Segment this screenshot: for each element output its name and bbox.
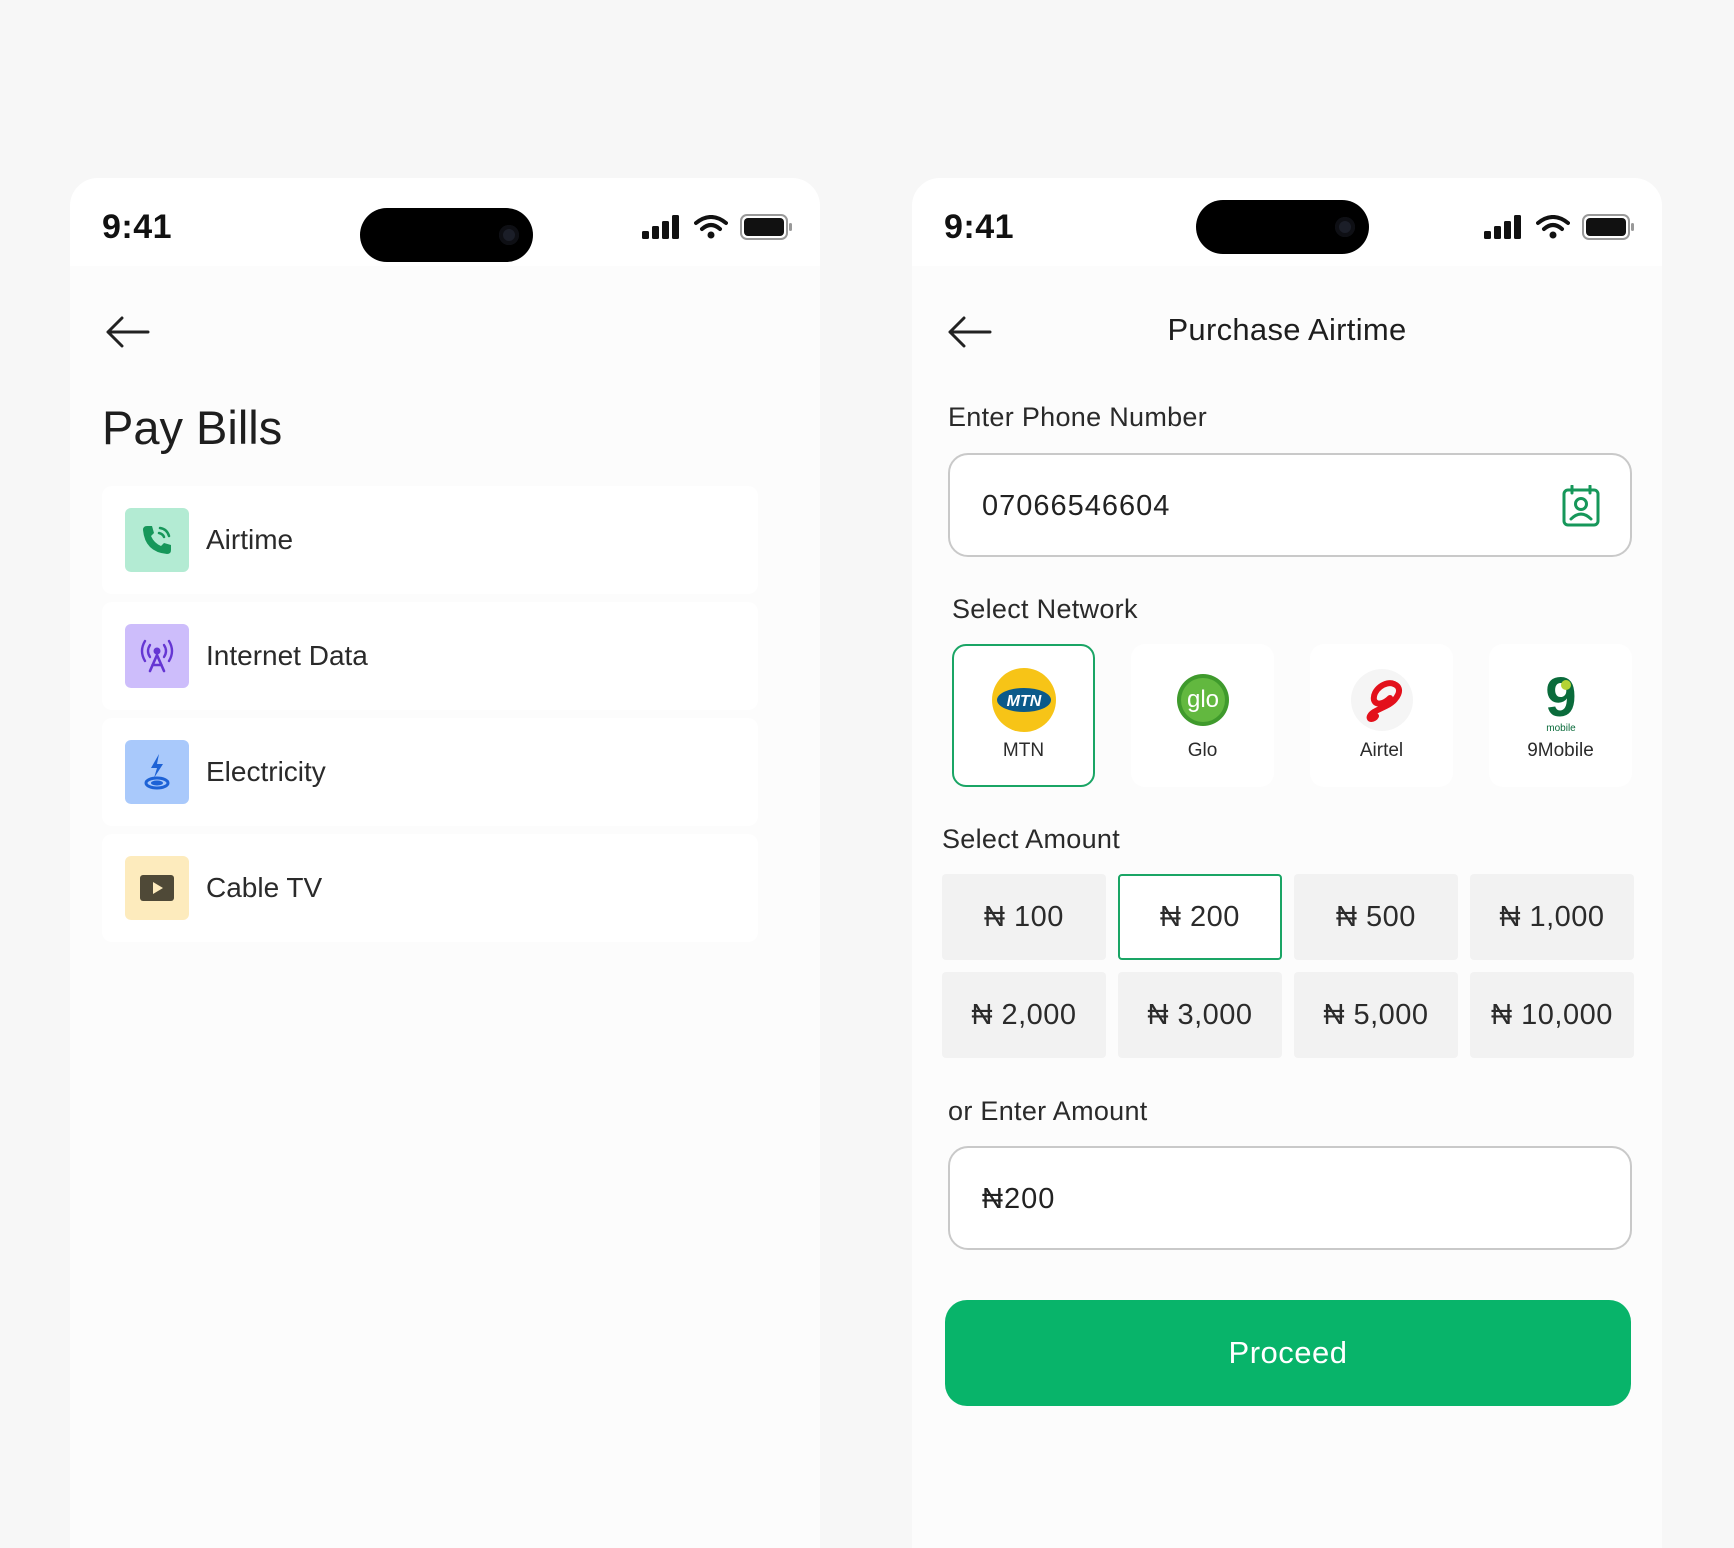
camera-icon xyxy=(1335,217,1355,237)
amount-input[interactable] xyxy=(980,1148,1544,1250)
amount-option[interactable]: ₦ 500 xyxy=(1294,874,1458,960)
camera-icon xyxy=(499,225,519,245)
wifi-icon xyxy=(694,215,728,239)
9mobile-logo-icon: 9 mobile xyxy=(1529,668,1593,732)
menu-item-cable-tv[interactable]: Cable TV xyxy=(102,834,758,942)
status-icons xyxy=(642,214,794,240)
signal-icon xyxy=(1484,215,1521,239)
menu-label: Airtime xyxy=(206,524,294,555)
network-option-glo[interactable]: glo Glo xyxy=(1131,644,1274,787)
menu-label: Internet Data xyxy=(206,640,368,671)
lightning-icon xyxy=(125,740,189,804)
status-time: 9:41 xyxy=(944,208,1015,246)
status-icons xyxy=(1484,214,1636,240)
wifi-icon xyxy=(1536,215,1570,239)
amount-option[interactable]: ₦ 1,000 xyxy=(1470,874,1634,960)
phone-call-icon xyxy=(125,508,189,572)
phone-number-input[interactable] xyxy=(980,455,1544,557)
play-icon xyxy=(125,856,189,920)
network-selector: MTN MTN glo Glo Airtel 9 mobile 9Mobile xyxy=(952,644,1632,787)
amount-option-selected[interactable]: ₦ 200 xyxy=(1118,874,1282,960)
phone-number-field[interactable] xyxy=(948,453,1632,557)
network-label: 9Mobile xyxy=(1527,740,1594,761)
select-amount-label: Select Amount xyxy=(942,824,1121,854)
status-bar: 9:41 xyxy=(912,178,1662,266)
menu-item-internet-data[interactable]: Internet Data xyxy=(102,602,758,710)
antenna-icon xyxy=(125,624,189,688)
menu-label: Cable TV xyxy=(206,872,323,903)
9mobile-logo-number: 9 xyxy=(1545,668,1576,728)
amount-field[interactable] xyxy=(948,1146,1632,1250)
bill-menu-list: Airtime Internet Data Electricity Cable … xyxy=(102,486,758,950)
menu-item-electricity[interactable]: Electricity xyxy=(102,718,758,826)
network-label: MTN xyxy=(1002,740,1045,761)
network-label: Airtel xyxy=(1359,740,1404,761)
phone-number-label: Enter Phone Number xyxy=(948,402,1208,432)
status-bar: 9:41 xyxy=(70,178,820,266)
status-time: 9:41 xyxy=(102,208,173,246)
amount-option[interactable]: ₦ 5,000 xyxy=(1294,972,1458,1058)
amount-option[interactable]: ₦ 100 xyxy=(942,874,1106,960)
proceed-button[interactable]: Proceed xyxy=(945,1300,1631,1406)
network-option-mtn[interactable]: MTN MTN xyxy=(952,644,1095,787)
purchase-airtime-screen: 9:41 Purchase Airtime Enter Phone Number… xyxy=(912,178,1662,1548)
page-title: Pay Bills xyxy=(102,401,283,454)
menu-item-airtime[interactable]: Airtime xyxy=(102,486,758,594)
amount-option[interactable]: ₦ 10,000 xyxy=(1470,972,1634,1058)
signal-icon xyxy=(642,215,679,239)
9mobile-logo-subtext: mobile xyxy=(1546,723,1576,732)
glo-logo-text: glo xyxy=(1186,686,1218,713)
amount-option[interactable]: ₦ 3,000 xyxy=(1118,972,1282,1058)
network-option-airtel[interactable]: Airtel xyxy=(1310,644,1453,787)
airtel-logo-icon xyxy=(1350,668,1414,732)
mtn-logo-icon: MTN xyxy=(991,668,1056,732)
glo-logo-icon: glo xyxy=(1171,668,1235,732)
select-network-label: Select Network xyxy=(952,594,1138,624)
dynamic-island xyxy=(1196,200,1369,254)
mtn-logo-text: MTN xyxy=(1006,693,1041,710)
amount-option[interactable]: ₦ 2,000 xyxy=(942,972,1106,1058)
menu-label: Electricity xyxy=(206,756,326,787)
dynamic-island xyxy=(360,208,533,262)
page-title: Purchase Airtime xyxy=(1167,312,1407,347)
back-arrow-icon[interactable] xyxy=(104,316,150,348)
battery-icon xyxy=(740,214,792,240)
enter-amount-label: or Enter Amount xyxy=(948,1096,1148,1126)
network-option-9mobile[interactable]: 9 mobile 9Mobile xyxy=(1489,644,1632,787)
pay-bills-screen: 9:41 Pay Bills Airtime Internet Data Ele… xyxy=(70,178,820,1548)
contact-book-icon[interactable] xyxy=(1562,485,1600,527)
network-label: Glo xyxy=(1187,740,1218,761)
amount-grid: ₦ 100 ₦ 200 ₦ 500 ₦ 1,000 ₦ 2,000 ₦ 3,00… xyxy=(942,874,1634,1058)
battery-icon xyxy=(1582,214,1634,240)
